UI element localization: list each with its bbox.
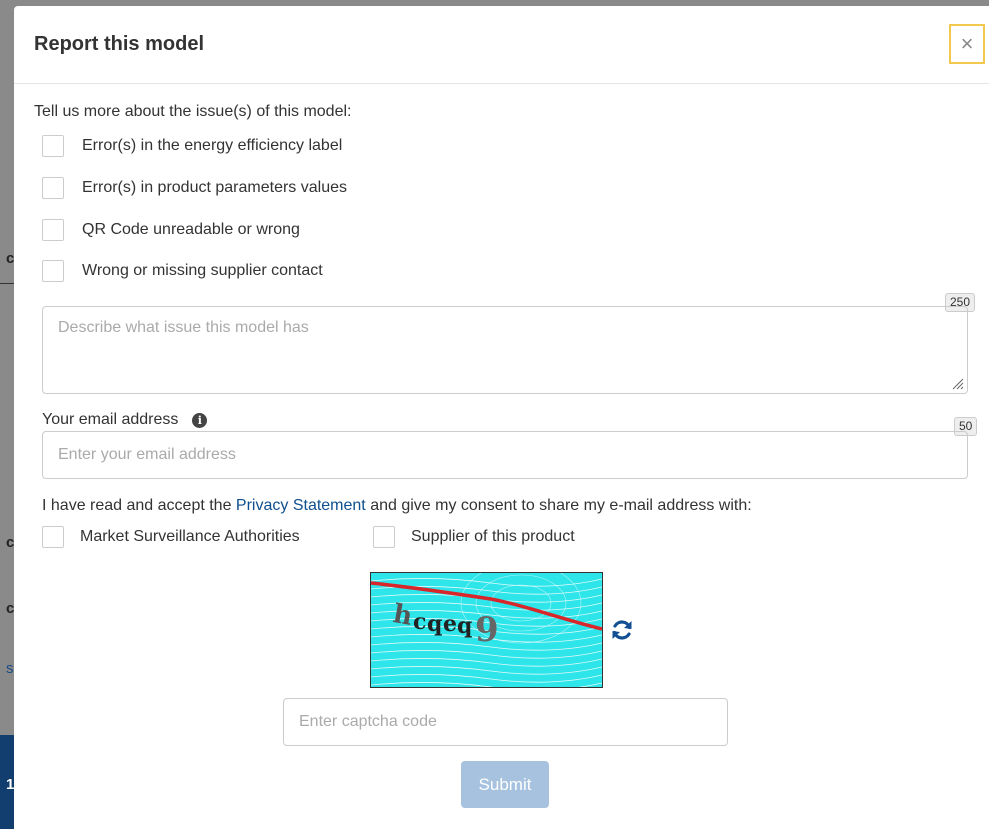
consent-text-start: I have read and accept the: [42, 497, 236, 514]
captcha-glyph: q: [427, 611, 442, 637]
captcha-glyph: 9: [475, 610, 499, 650]
issue-checkbox[interactable]: [42, 260, 64, 282]
issue-label[interactable]: QR Code unreadable or wrong: [82, 221, 300, 239]
captcha-glyph: q: [457, 613, 472, 639]
email-label: Your email address i: [42, 411, 208, 429]
captcha-image: h c q e q 9: [370, 572, 603, 688]
submit-button[interactable]: Submit: [461, 761, 549, 808]
issues-intro: Tell us more about the issue(s) of this …: [34, 103, 352, 120]
issue-checkbox-row[interactable]: Error(s) in the energy efficiency label: [42, 135, 342, 157]
email-label-text: Your email address: [42, 411, 179, 428]
modal-header: Report this model ×: [14, 6, 989, 84]
market-surveillance-checkbox[interactable]: [42, 526, 64, 548]
info-circle-icon[interactable]: i: [192, 412, 208, 428]
consent-text-end: and give my consent to share my e-mail a…: [365, 497, 752, 514]
background-divider: [0, 283, 14, 284]
issue-checkbox[interactable]: [42, 177, 64, 199]
issue-label[interactable]: Error(s) in product parameters values: [82, 179, 347, 197]
captcha-graphic: h c q e q 9: [371, 573, 602, 687]
modal-title: Report this model: [34, 33, 205, 55]
consent-option-label[interactable]: Supplier of this product: [411, 528, 575, 546]
issue-label[interactable]: Wrong or missing supplier contact: [82, 262, 323, 280]
report-model-dialog: Report this model × Tell us more about t…: [14, 6, 989, 829]
privacy-statement-link[interactable]: Privacy Statement: [236, 497, 366, 514]
issue-checkbox-row[interactable]: Error(s) in product parameters values: [42, 177, 347, 199]
issue-label[interactable]: Error(s) in the energy efficiency label: [82, 137, 342, 155]
issue-checkbox-row[interactable]: QR Code unreadable or wrong: [42, 219, 300, 241]
close-button[interactable]: ×: [949, 24, 985, 64]
issue-checkbox[interactable]: [42, 135, 64, 157]
captcha-input[interactable]: Enter captcha code: [283, 698, 728, 746]
description-textarea[interactable]: Describe what issue this model has: [42, 306, 968, 394]
captcha-placeholder: Enter captcha code: [299, 713, 437, 730]
consent-checkbox-row[interactable]: Market Surveillance Authorities: [42, 526, 300, 548]
resize-handle-icon[interactable]: [952, 378, 964, 390]
consent-text: I have read and accept the Privacy State…: [42, 497, 752, 515]
description-placeholder: Describe what issue this model has: [58, 319, 309, 336]
email-input[interactable]: Enter your email address: [42, 431, 968, 479]
captcha-glyph: e: [443, 611, 457, 637]
background-text: s: [6, 660, 14, 677]
consent-option-label[interactable]: Market Surveillance Authorities: [80, 528, 300, 546]
issue-checkbox-row[interactable]: Wrong or missing supplier contact: [42, 260, 323, 282]
consent-checkbox-row[interactable]: Supplier of this product: [373, 526, 575, 548]
captcha-glyph: c: [413, 609, 426, 635]
close-icon: ×: [960, 31, 974, 56]
supplier-checkbox[interactable]: [373, 526, 395, 548]
issue-checkbox[interactable]: [42, 219, 64, 241]
email-placeholder: Enter your email address: [58, 446, 236, 463]
refresh-icon[interactable]: [610, 618, 634, 642]
